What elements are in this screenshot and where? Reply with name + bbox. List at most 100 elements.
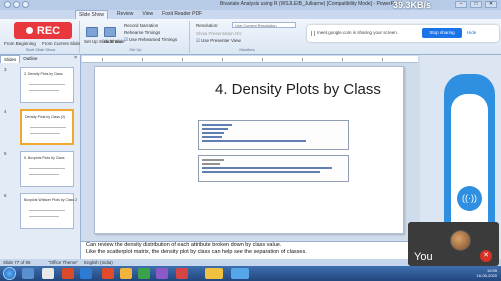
code-line [202, 171, 320, 173]
ruler-tick [302, 58, 303, 61]
thumb-title: Boxplots Whisker Plots by Class 2 [24, 198, 78, 202]
use-rehearsed-timings-checkbox[interactable]: Use Rehearsed Timings [124, 37, 177, 43]
code-line [202, 167, 332, 169]
slide-thumbnail[interactable]: 3 3. Density Plots by Class [4, 67, 78, 105]
record-dot-icon [25, 27, 33, 34]
show-presentation-on-label: Show Presentation On: [196, 31, 243, 36]
maximize-button[interactable]: □ [470, 1, 482, 8]
media-player-taskbar-icon[interactable] [42, 268, 54, 279]
thumb-content-line [29, 174, 59, 175]
quick-access-toolbar[interactable] [4, 1, 29, 8]
speaker-notes[interactable]: Can review the density distribution of e… [81, 241, 420, 259]
thumb-content-line [30, 127, 66, 128]
chrome-taskbar-icon[interactable] [120, 268, 132, 279]
thumb-title: Density Plots by Class (2) [25, 115, 66, 119]
recording-badge[interactable]: REC [14, 22, 72, 39]
window-controls: – □ ✕ [455, 1, 497, 8]
powerpoint-taskbar-icon[interactable] [62, 268, 74, 279]
self-video-tile[interactable]: You ✕ [408, 222, 499, 266]
undo-icon[interactable] [22, 1, 29, 8]
close-pane-icon[interactable]: × [74, 55, 77, 61]
thumb-title: 3. Density Plots by Class [24, 72, 63, 76]
tab-outline[interactable]: Outline [20, 55, 40, 63]
thumb-content-line [29, 168, 65, 169]
window-title: Bivariate Analysis using R (WSJLEIB_Julk… [220, 1, 403, 7]
record-narration-button[interactable]: Record Narration [124, 23, 158, 28]
tab-view[interactable]: View [142, 10, 153, 19]
mic-off-icon[interactable]: ✕ [480, 250, 492, 262]
notes-line: Like the scatterplot matrix, the density… [86, 248, 307, 255]
hide-banner-button[interactable]: Hide [467, 30, 476, 35]
code-block-2[interactable] [198, 155, 349, 182]
tab-slide-show[interactable]: Slide Show [75, 10, 109, 19]
ruler-tick [182, 58, 183, 61]
theme-name: "Office Theme" [48, 260, 79, 265]
close-button[interactable]: ✕ [485, 1, 497, 8]
hide-slide-button[interactable]: Hide Slide [104, 39, 125, 44]
app-taskbar-icon[interactable] [156, 268, 168, 279]
ruler-tick [142, 58, 143, 61]
avatar [450, 230, 471, 251]
slide-number: 6 [4, 193, 7, 198]
current-slide[interactable]: 4. Density Plots by Class [94, 66, 404, 234]
language-indicator[interactable]: English (India) [84, 259, 113, 266]
code-line [202, 128, 228, 130]
pane-tabs: Slides Outline [0, 55, 80, 63]
audio-wave-icon[interactable]: ((·)) [457, 186, 482, 211]
app-taskbar-icon[interactable] [231, 268, 249, 279]
code-line [202, 136, 222, 138]
ruler-tick [222, 58, 223, 61]
code-line [202, 124, 232, 126]
system-tray-clock[interactable]: 10:55 16-05-2020 [477, 268, 497, 278]
ruler-tick [342, 58, 343, 61]
monitors-group: Resolution: Use Current Resolution Show … [192, 21, 302, 53]
code-line [202, 159, 224, 161]
resolution-select[interactable]: Use Current Resolution [232, 22, 296, 28]
network-speed: 39.3KB/s [393, 0, 432, 10]
setup-slide-show-icon[interactable] [86, 27, 98, 37]
slide-thumbnail[interactable]: 6 Boxplots Whisker Plots by Class 2 [4, 193, 78, 231]
folder-taskbar-icon[interactable] [205, 268, 223, 279]
ruler-tick [382, 58, 383, 61]
code-block-1[interactable] [198, 120, 349, 150]
app-taskbar-icon[interactable] [176, 268, 188, 279]
slide-thumbnail[interactable]: 5 5. Boxplots Plots by Class [4, 151, 78, 189]
tab-review[interactable]: Review [117, 10, 133, 19]
thumb-content-line [30, 133, 60, 134]
app-taskbar-icon[interactable] [138, 268, 150, 279]
tab-foxit-pdf[interactable]: Foxit Reader PDF [162, 10, 202, 19]
slide-title[interactable]: 4. Density Plots by Class [95, 81, 403, 98]
slide-preview: Boxplots Whisker Plots by Class 2 [20, 193, 78, 229]
ruler-tick [262, 58, 263, 61]
stop-sharing-button[interactable]: Stop sharing [422, 28, 462, 38]
slide-number: 4 [4, 109, 7, 114]
self-label: You [414, 251, 433, 263]
office-button-icon[interactable] [4, 1, 11, 8]
slide-number: 3 [4, 67, 7, 72]
word-taskbar-icon[interactable] [80, 268, 92, 279]
tab-slides[interactable]: Slides [0, 55, 21, 63]
setup-caption: Set Up [129, 47, 142, 52]
opera-taskbar-icon[interactable] [102, 268, 114, 279]
thumb-content-line [29, 216, 59, 217]
save-icon[interactable] [13, 1, 20, 8]
from-beginning-button[interactable]: From Beginning [4, 41, 36, 46]
share-message: meet.google.com is sharing your screen. [317, 30, 399, 35]
hide-slide-icon[interactable] [104, 27, 116, 37]
slide-preview: 5. Boxplots Plots by Class [20, 151, 74, 187]
ruler-tick [102, 58, 103, 61]
from-current-slide-button[interactable]: From Current Slide [42, 41, 80, 46]
drag-handle-icon[interactable] [311, 31, 315, 36]
screen-share-banner: meet.google.com is sharing your screen. … [307, 25, 499, 42]
slide-thumbnail[interactable]: 4 Density Plots by Class (2) [4, 109, 78, 147]
clock-date: 16-05-2020 [476, 273, 497, 278]
rehearse-timings-button[interactable]: Rehearse Timings [124, 30, 160, 35]
minimize-button[interactable]: – [455, 1, 467, 8]
rec-label: REC [36, 24, 61, 37]
use-presenter-view-checkbox[interactable]: Use Presenter View [196, 38, 241, 44]
explorer-taskbar-icon[interactable] [22, 268, 34, 279]
code-line [202, 140, 306, 142]
slide-counter: Slide 77 of 95 [3, 260, 31, 265]
start-button[interactable] [3, 267, 16, 280]
resolution-label: Resolution: [196, 23, 219, 28]
